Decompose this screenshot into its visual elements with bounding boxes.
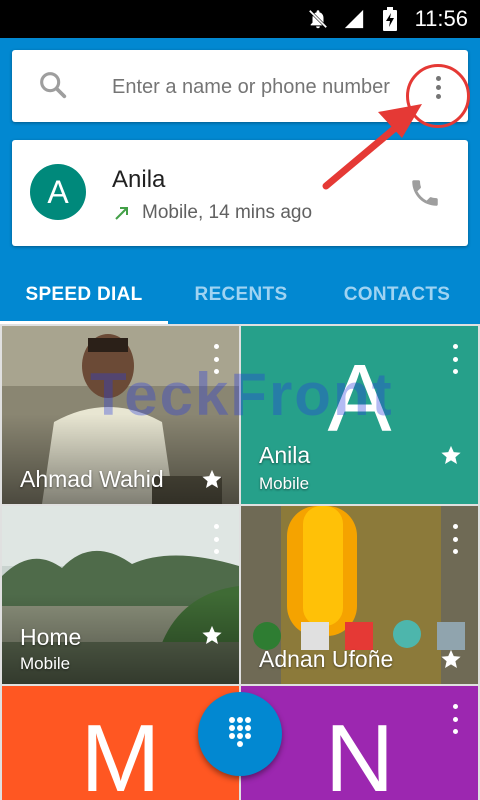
recent-call-card[interactable]: A Anila Mobile, 14 mins ago	[12, 140, 468, 246]
tile-overflow-menu-icon[interactable]	[450, 704, 460, 734]
dialer-header: A Anila Mobile, 14 mins ago SPEED DIAL R…	[0, 38, 480, 324]
avatar: A	[30, 164, 86, 220]
tab-contacts[interactable]: CONTACTS	[314, 266, 480, 324]
tab-recents[interactable]: RECENTS	[168, 266, 314, 324]
search-box[interactable]	[12, 50, 470, 128]
tile-overflow-menu-icon[interactable]	[211, 524, 221, 554]
dialpad-icon	[222, 714, 258, 755]
tile-contact-name: Ahmad Wahid	[20, 466, 164, 492]
outgoing-call-arrow-icon	[112, 203, 132, 223]
notifications-off-icon	[305, 7, 331, 31]
annotation-circle	[406, 64, 470, 128]
speed-dial-tile[interactable]: Adnan Ufoñe	[241, 506, 478, 684]
star-icon	[201, 624, 223, 646]
recent-call-detail-text: Mobile, 14 mins ago	[142, 202, 313, 223]
speed-dial-tile[interactable]: Home Mobile	[2, 506, 239, 684]
star-icon	[440, 648, 462, 670]
star-icon	[440, 444, 462, 466]
battery-charging-icon	[377, 7, 403, 31]
star-icon	[201, 468, 223, 490]
watermark: TeckFront	[90, 361, 394, 428]
dialpad-button[interactable]	[198, 692, 282, 776]
tile-overflow-menu-icon[interactable]	[450, 344, 460, 374]
tab-speed-dial[interactable]: SPEED DIAL	[0, 266, 168, 324]
clock: 11:56	[414, 6, 468, 31]
tile-overflow-menu-icon[interactable]	[450, 524, 460, 554]
tab-bar: SPEED DIAL RECENTS CONTACTS	[0, 266, 480, 324]
recent-call-detail: Mobile, 14 mins ago	[112, 202, 312, 224]
recent-contact-name: Anila	[112, 166, 166, 193]
tile-contact-name: Home	[20, 624, 82, 650]
tile-contact-name: Anila	[259, 442, 311, 468]
tile-contact-name: Adnan Ufoñe	[259, 646, 394, 672]
search-input[interactable]	[110, 70, 414, 104]
tile-contact-label: Mobile	[259, 474, 310, 493]
signal-icon	[341, 7, 367, 31]
status-bar: 11:56	[0, 0, 480, 38]
tile-contact-label: Mobile	[20, 654, 71, 673]
phone-icon[interactable]	[408, 176, 442, 210]
search-icon[interactable]	[36, 68, 70, 102]
